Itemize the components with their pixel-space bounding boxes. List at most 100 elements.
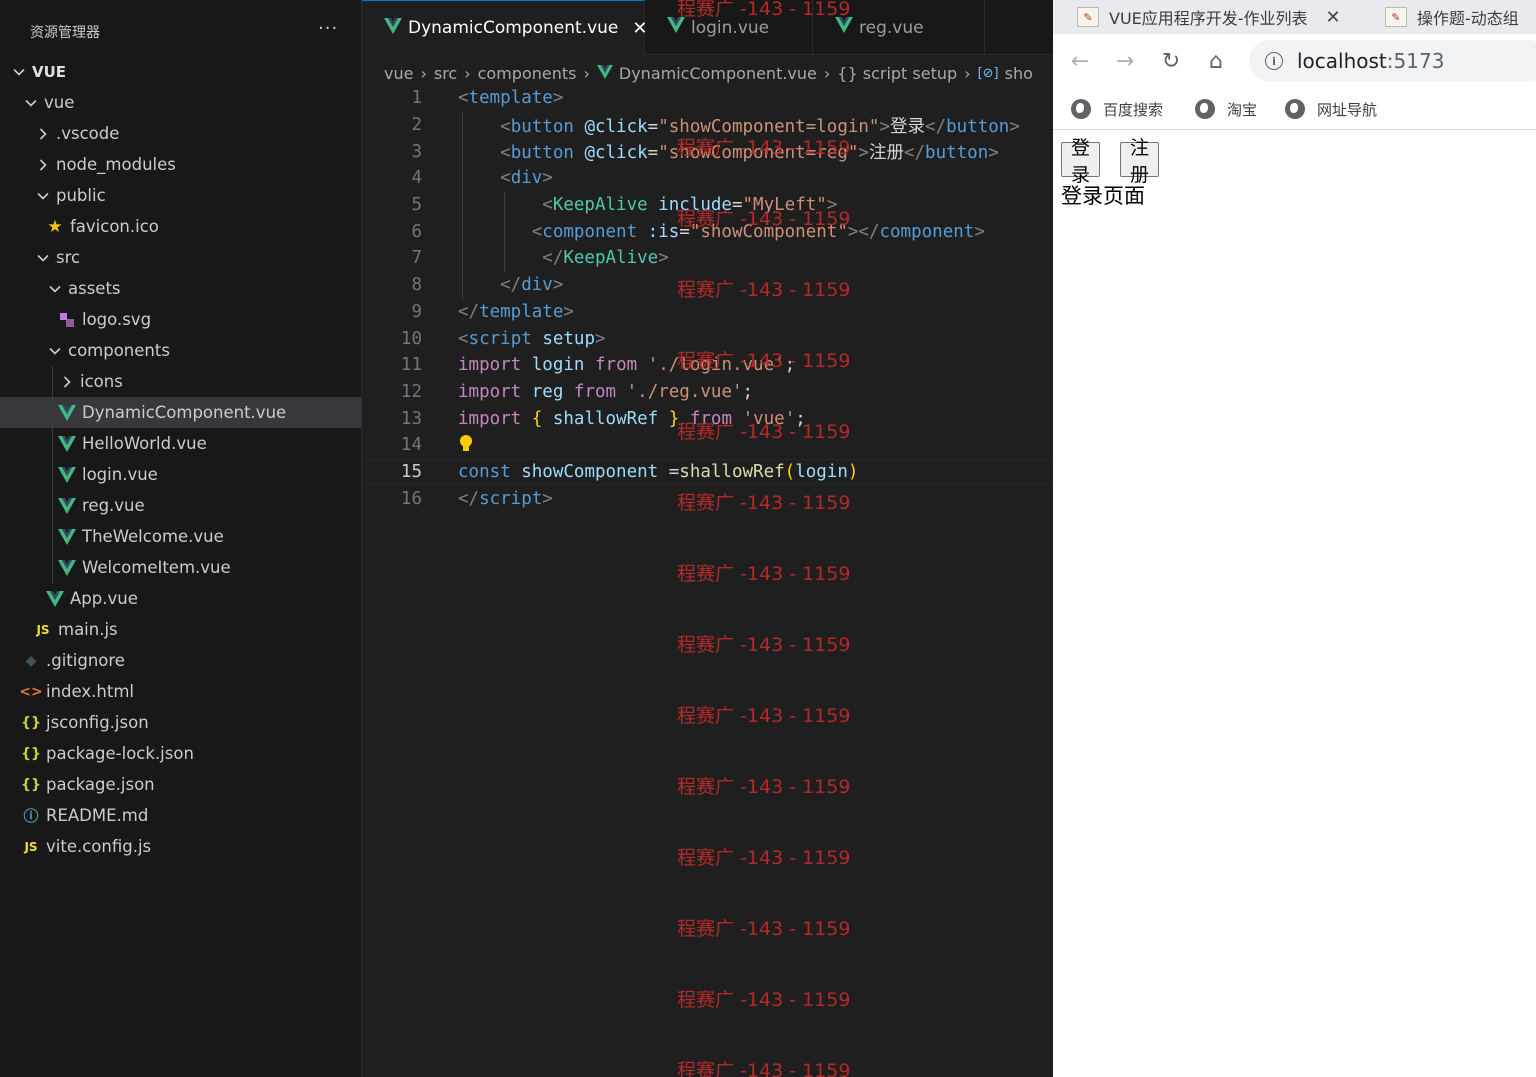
tree-item[interactable]: .vscode bbox=[0, 118, 362, 149]
code-line[interactable]: 1 <template> bbox=[362, 85, 1053, 112]
line-number: 6 bbox=[411, 221, 422, 242]
reload-icon[interactable]: ↻ bbox=[1156, 46, 1186, 76]
tree-item-label: VUE bbox=[32, 62, 67, 81]
breadcrumb-item[interactable]: sho bbox=[1005, 64, 1033, 83]
tree-item[interactable]: {} jsconfig.json bbox=[0, 707, 362, 738]
json-icon: {} bbox=[21, 745, 41, 762]
tree-item[interactable]: vue bbox=[0, 87, 362, 118]
tree-item[interactable]: ◆ .gitignore bbox=[0, 645, 362, 676]
code-line[interactable]: 12 import reg from './reg.vue'; bbox=[362, 379, 1053, 406]
indent-guide bbox=[504, 191, 505, 272]
js-icon: JS bbox=[24, 839, 38, 854]
lightbulb-icon[interactable] bbox=[458, 434, 474, 459]
tree-item[interactable]: HelloWorld.vue bbox=[0, 428, 362, 459]
breadcrumb-item[interactable]: vue bbox=[384, 64, 413, 83]
tree-item-label: assets bbox=[68, 279, 121, 298]
tree-item[interactable]: JS vite.config.js bbox=[0, 831, 362, 862]
tree-item[interactable]: login.vue bbox=[0, 459, 362, 490]
code-line[interactable]: 14 bbox=[362, 432, 1053, 459]
vue-icon bbox=[58, 466, 76, 484]
breadcrumb-item[interactable]: components bbox=[478, 64, 577, 83]
watermark-text: 程赛广 -143 - 1159 bbox=[677, 989, 851, 1011]
chevron-right-icon: › bbox=[583, 63, 590, 83]
code-line[interactable]: 8 </div> bbox=[362, 272, 1053, 299]
bookmark-nav-sites[interactable]: 网址导航 bbox=[1285, 96, 1377, 122]
tree-item-label: WelcomeItem.vue bbox=[82, 558, 231, 577]
tree-item[interactable]: ⓘ README.md bbox=[0, 800, 362, 831]
tree-item-label: HelloWorld.vue bbox=[82, 434, 207, 453]
login-button[interactable]: 登录 bbox=[1061, 137, 1101, 186]
code-line[interactable]: 11 import login from './login.vue'; bbox=[362, 352, 1053, 379]
browser-tab-dynamic-component[interactable]: ✎ 操作题-动态组 bbox=[1385, 0, 1519, 34]
breadcrumb: vue › src › components › DynamicComponent.vue ›… bbox=[384, 60, 1033, 86]
tree-item[interactable]: <> index.html bbox=[0, 676, 362, 707]
code-line[interactable]: 2 <button @click="showComponent=login">登… bbox=[362, 112, 1053, 139]
close-tab-icon[interactable]: ✕ bbox=[1326, 7, 1341, 28]
breadcrumb-item[interactable]: {} script setup bbox=[837, 64, 957, 83]
watermark-text: 程赛广 -143 - 1159 bbox=[677, 1060, 851, 1077]
tree-item-label: .vscode bbox=[56, 124, 120, 143]
chevron-down-icon bbox=[22, 94, 40, 112]
code-text: const showComponent =shallowRef(login) bbox=[458, 461, 859, 482]
tree-item[interactable]: node_modules bbox=[0, 149, 362, 180]
editor-tab[interactable]: login.vue bbox=[645, 0, 813, 55]
home-icon[interactable]: ⌂ bbox=[1201, 46, 1231, 76]
line-number: 13 bbox=[400, 408, 422, 429]
tree-item[interactable]: App.vue bbox=[0, 583, 362, 614]
code-line[interactable]: 7 </KeepAlive> bbox=[362, 245, 1053, 272]
file-tree: VUE vue .vscode node_modulespublic ★ favicon.… bbox=[0, 56, 362, 862]
code-area[interactable]: 1 <template> 2 <button @click="showCompone… bbox=[362, 85, 1053, 512]
chevron-down-icon bbox=[46, 342, 64, 360]
back-arrow-icon[interactable]: ← bbox=[1065, 46, 1095, 76]
tree-item[interactable]: {} package-lock.json bbox=[0, 738, 362, 769]
tree-item[interactable]: logo.svg bbox=[0, 304, 362, 335]
code-line[interactable]: 9 </template> bbox=[362, 299, 1053, 326]
tree-item[interactable]: JS main.js bbox=[0, 614, 362, 645]
code-line[interactable]: 4 <div> bbox=[362, 165, 1053, 192]
line-number: 5 bbox=[411, 195, 422, 216]
code-line[interactable]: 5 <KeepAlive include="MyLeft"> bbox=[362, 192, 1053, 219]
more-actions-icon[interactable]: ··· bbox=[318, 18, 338, 39]
tree-item[interactable]: icons bbox=[0, 366, 362, 397]
chevron-down-icon bbox=[46, 280, 64, 298]
code-line[interactable]: 13 import { shallowRef } from 'vue'; bbox=[362, 405, 1053, 432]
forward-arrow-icon[interactable]: → bbox=[1110, 46, 1140, 76]
bookmark-taobao[interactable]: 淘宝 bbox=[1195, 96, 1257, 122]
breadcrumb-item[interactable]: DynamicComponent.vue bbox=[619, 64, 817, 83]
tree-item[interactable]: {} package.json bbox=[0, 769, 362, 800]
tree-item[interactable]: WelcomeItem.vue bbox=[0, 552, 362, 583]
line-number: 15 bbox=[400, 461, 422, 482]
code-line[interactable]: 16 </script> bbox=[362, 485, 1053, 512]
vue-icon bbox=[58, 497, 76, 515]
site-info-icon[interactable]: i bbox=[1265, 52, 1283, 70]
address-bar[interactable]: i localhost:5173 bbox=[1249, 40, 1536, 82]
browser-toolbar: ← → ↻ ⌂ i localhost:5173 bbox=[1053, 34, 1536, 88]
bookmark-baidu[interactable]: 百度搜索 bbox=[1071, 96, 1163, 122]
tree-item[interactable]: ★ favicon.ico bbox=[0, 211, 362, 242]
editor-tab[interactable]: DynamicComponent.vue ✕ bbox=[362, 0, 647, 55]
browser-tab-homework-list[interactable]: ✎ VUE应用程序开发-作业列表 ✕ bbox=[1077, 0, 1341, 34]
tree-item[interactable]: reg.vue bbox=[0, 490, 362, 521]
code-line[interactable]: 6 <component :is="showComponent"></compo… bbox=[362, 218, 1053, 245]
tree-item[interactable]: VUE bbox=[0, 56, 362, 87]
code-line[interactable]: 15 const showComponent =shallowRef(login) bbox=[362, 458, 1053, 486]
code-text: import reg from './reg.vue'; bbox=[458, 381, 754, 402]
address-host: localhost bbox=[1297, 49, 1387, 73]
tree-item[interactable]: components bbox=[0, 335, 362, 366]
code-line[interactable]: 10 <script setup> bbox=[362, 325, 1053, 352]
tree-item[interactable]: DynamicComponent.vue bbox=[0, 397, 362, 428]
register-button[interactable]: 注册 bbox=[1120, 137, 1160, 186]
tree-item[interactable]: src bbox=[0, 242, 362, 273]
tree-item-label: icons bbox=[80, 372, 123, 391]
editor-tab[interactable]: reg.vue bbox=[813, 0, 985, 55]
breadcrumb-item[interactable]: src bbox=[434, 64, 457, 83]
tree-item[interactable]: assets bbox=[0, 273, 362, 304]
tree-item-label: vue bbox=[44, 93, 75, 112]
watermark-text: 程赛广 -143 - 1159 bbox=[677, 847, 851, 869]
tree-item-label: node_modules bbox=[56, 155, 176, 174]
editor-tab-label: reg.vue bbox=[859, 17, 924, 38]
tree-item[interactable]: TheWelcome.vue bbox=[0, 521, 362, 552]
tree-item-label: login.vue bbox=[82, 465, 158, 484]
code-line[interactable]: 3 <button @click="showComponent=reg">注册<… bbox=[362, 138, 1053, 165]
tree-item[interactable]: public bbox=[0, 180, 362, 211]
